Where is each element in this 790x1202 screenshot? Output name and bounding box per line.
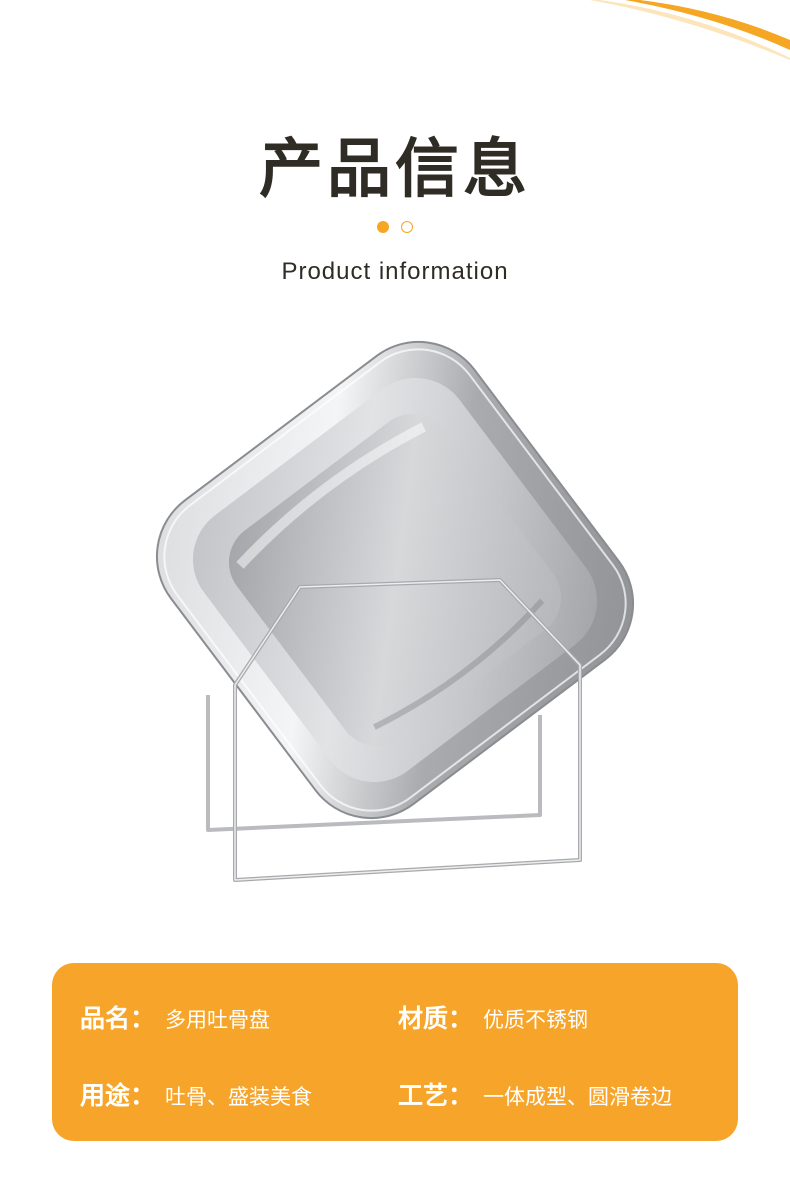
filled-dot-icon (377, 221, 389, 233)
info-value: 一体成型、圆滑卷边 (483, 1085, 673, 1109)
corner-swoosh-decoration (590, 0, 790, 60)
info-label: 品名： (80, 1004, 156, 1033)
title-dots (0, 221, 790, 233)
info-label: 材质： (398, 1004, 474, 1033)
info-item-craft: 工艺： 一体成型、圆滑卷边 (398, 1076, 672, 1112)
info-value: 吐骨、盛装美食 (165, 1085, 313, 1109)
page-title: 产品信息 (259, 133, 531, 207)
info-item-name: 品名： 多用吐骨盘 (80, 999, 270, 1035)
info-label: 工艺： (398, 1081, 474, 1110)
info-item-material: 材质： 优质不锈钢 (398, 999, 588, 1035)
product-image (155, 340, 635, 882)
info-item-usage: 用途： 吐骨、盛装美食 (80, 1076, 312, 1112)
info-label: 用途： (80, 1081, 156, 1110)
info-value: 优质不锈钢 (483, 1008, 589, 1032)
page-subtitle: Product information (281, 258, 509, 285)
info-value: 多用吐骨盘 (165, 1008, 271, 1032)
product-info-card: 品名： 多用吐骨盘 材质： 优质不锈钢 用途： 吐骨、盛装美食 工艺： 一体成型… (52, 963, 738, 1141)
hollow-dot-icon (401, 221, 413, 233)
